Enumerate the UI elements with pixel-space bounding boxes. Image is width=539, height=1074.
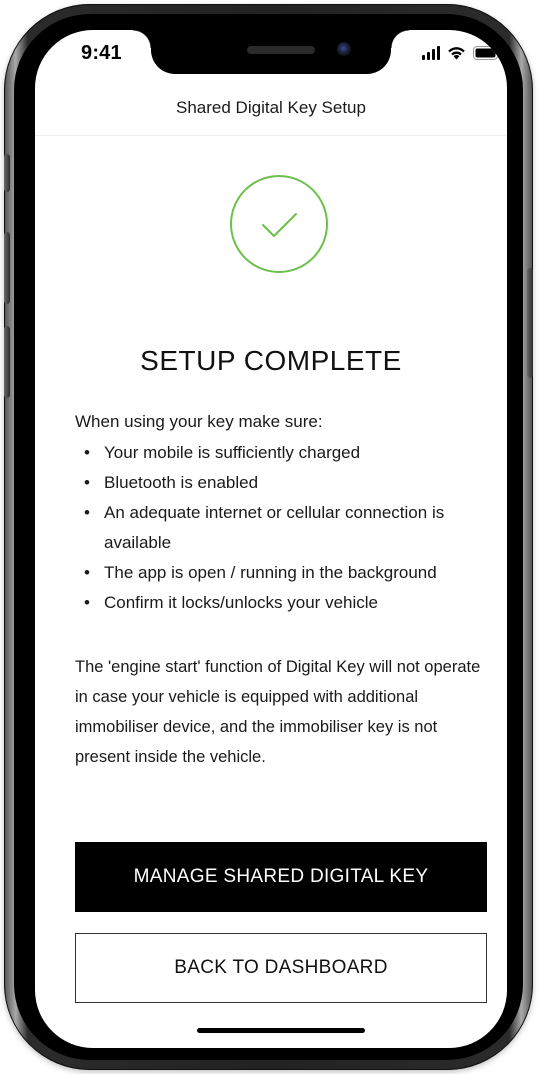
notch (133, 30, 409, 74)
silent-switch (4, 154, 10, 192)
engine-start-note: The 'engine start' function of Digital K… (75, 658, 481, 766)
status-icons (422, 44, 501, 60)
list-item: • Your mobile is sufficiently charged (84, 438, 484, 468)
list-item-text: The app is open / running in the backgro… (104, 563, 437, 582)
list-item-text: An adequate internet or cellular connect… (104, 503, 445, 552)
speaker-grille (247, 46, 315, 54)
bullet-icon: • (84, 593, 90, 612)
list-item: • The app is open / running in the backgr… (84, 558, 484, 588)
list-item: • An adequate internet or cellular connec… (84, 498, 484, 558)
power-button (527, 268, 533, 378)
volume-up-button (4, 232, 10, 304)
page-title: SETUP COMPLETE (140, 345, 402, 376)
tips-list: • Your mobile is sufficiently charged • Bl… (84, 438, 484, 618)
intro-text: When using your key make sure: (75, 412, 323, 431)
wifi-icon (447, 46, 466, 60)
checkmark-circle-icon (229, 174, 329, 274)
bullet-icon: • (84, 563, 90, 582)
header-bar: Shared Digital Key Setup (35, 82, 507, 136)
phone-frame: 9:41 Shared Digital Key Setup SETUP COMP… (4, 4, 533, 1070)
home-indicator[interactable] (197, 1028, 365, 1033)
manage-shared-digital-key-button[interactable]: MANAGE SHARED DIGITAL KEY (75, 842, 487, 912)
list-item: • Confirm it locks/unlocks your vehicle (84, 588, 484, 618)
page: 9:41 Shared Digital Key Setup SETUP COMP… (0, 0, 539, 1074)
volume-down-button (4, 326, 10, 398)
list-item-text: Confirm it locks/unlocks your vehicle (104, 593, 378, 612)
list-item-text: Bluetooth is enabled (104, 473, 259, 492)
list-item-text: Your mobile is sufficiently charged (104, 443, 361, 462)
bullet-icon: • (84, 503, 90, 522)
battery-icon (473, 46, 501, 60)
list-item: • Bluetooth is enabled (84, 468, 484, 498)
bullet-icon: • (84, 473, 90, 492)
signal-icon (422, 46, 440, 60)
screen: 9:41 Shared Digital Key Setup SETUP COMP… (35, 30, 507, 1048)
header-title: Shared Digital Key Setup (176, 98, 366, 117)
front-camera (337, 42, 351, 56)
back-to-dashboard-button[interactable]: BACK TO DASHBOARD (75, 933, 487, 1003)
bullet-icon: • (84, 443, 90, 462)
status-time: 9:41 (81, 42, 122, 64)
